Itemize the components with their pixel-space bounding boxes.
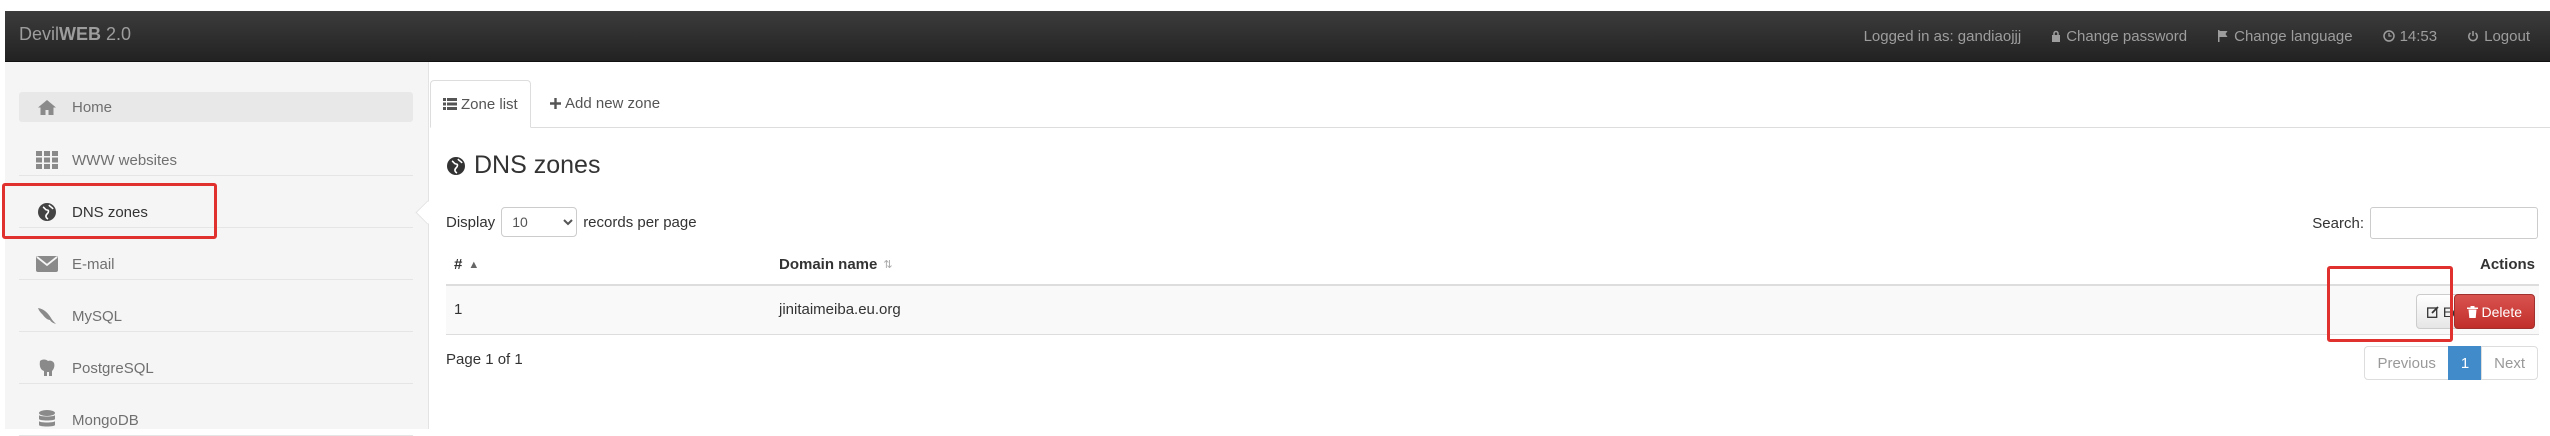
highlight-box-sidebar <box>2 183 217 239</box>
highlight-box-edit <box>2327 266 2453 342</box>
logged-in-text: Logged in as: gandiaojjj <box>1864 28 2022 45</box>
dolphin-icon <box>35 304 59 328</box>
page-title-text: DNS zones <box>474 151 601 179</box>
sidebar-item-mysql[interactable]: MySQL <box>19 301 413 332</box>
globe-icon <box>447 156 465 175</box>
records-per-page-select[interactable]: 10 <box>501 207 578 237</box>
pagination-page-1[interactable]: 1 <box>2447 346 2483 380</box>
sidebar-item-label: MongoDB <box>72 411 139 429</box>
envelope-icon <box>35 252 59 276</box>
pagination: Previous 1 Next <box>2364 346 2538 380</box>
tab-add-new-zone-label: Add new zone <box>565 95 661 112</box>
search-input[interactable] <box>2370 207 2538 239</box>
change-language-link[interactable]: Change language <box>2217 27 2353 45</box>
plus-icon <box>550 98 561 109</box>
column-header-num-label: # <box>454 256 463 273</box>
top-navbar: DevilWEB 2.0 Logged in as: gandiaojjj Ch… <box>5 11 2550 62</box>
brand-bold: WEB <box>59 24 102 44</box>
list-icon <box>443 98 457 110</box>
tab-zone-list[interactable]: Zone list <box>430 80 531 128</box>
delete-button[interactable]: Delete <box>2453 294 2535 329</box>
change-language-label: Change language <box>2234 27 2353 45</box>
column-header-num[interactable]: # ▲ <box>454 256 479 273</box>
brand-version: 2.0 <box>101 24 132 44</box>
display-label: Display <box>446 213 496 231</box>
sidebar-item-label: MySQL <box>72 307 123 325</box>
table-header: # ▲ Domain name ⇅ Actions <box>446 248 2539 286</box>
table-row: 1 jinitaimeiba.eu.org Edit Delete <box>446 286 2539 335</box>
column-header-actions: Actions <box>2480 256 2535 273</box>
sidebar-item-mongodb[interactable]: MongoDB <box>19 405 413 436</box>
power-icon <box>2468 31 2479 42</box>
tab-zone-list-label: Zone list <box>461 95 518 113</box>
clock: 14:53 <box>2382 27 2438 45</box>
top-strip <box>0 0 2550 11</box>
search-label: Search: <box>2312 214 2364 232</box>
records-per-page-label: records per page <box>583 213 697 231</box>
sidebar-item-label: Home <box>72 98 113 116</box>
pagination-previous[interactable]: Previous <box>2364 346 2449 380</box>
clock-time: 14:53 <box>2399 27 2438 45</box>
column-header-domain-label: Domain name <box>779 256 878 273</box>
zones-table: # ▲ Domain name ⇅ Actions 1 jinitaimeiba… <box>446 248 2539 335</box>
sort-both-icon: ⇅ <box>883 259 893 271</box>
logout-label: Logout <box>2484 27 2530 45</box>
change-password-label: Change password <box>2066 27 2188 45</box>
sidebar-item-home[interactable]: Home <box>19 92 413 122</box>
row-num: 1 <box>454 301 463 318</box>
row-domain: jinitaimeiba.eu.org <box>779 301 901 318</box>
sidebar-item-label: WWW websites <box>72 151 177 169</box>
brand-plain: Devil <box>19 24 60 44</box>
sidebar-item-postgresql[interactable]: PostgreSQL <box>19 353 413 384</box>
search-control: Search: <box>2312 207 2538 239</box>
column-header-domain[interactable]: Domain name ⇅ <box>779 256 893 273</box>
sidebar-item-label: PostgreSQL <box>72 359 154 377</box>
grid-icon <box>35 148 59 172</box>
lock-icon <box>2052 30 2061 42</box>
change-password-link[interactable]: Change password <box>2051 28 2187 45</box>
sidebar: Home WWW websites DNS zones E-mail MySQL… <box>5 62 429 436</box>
tab-add-new-zone[interactable]: Add new zone <box>538 80 672 127</box>
sort-asc-icon: ▲ <box>468 258 480 271</box>
flag-icon <box>2218 30 2228 42</box>
pagination-next[interactable]: Next <box>2481 346 2538 380</box>
brand-logo[interactable]: DevilWEB 2.0 <box>19 24 131 45</box>
records-per-page-control: Display 10 records per page <box>446 207 697 237</box>
column-header-actions-label: Actions <box>2479 256 2535 273</box>
database-icon <box>35 408 59 432</box>
clock-icon <box>2382 30 2395 42</box>
tab-bar: Zone list Add new zone <box>430 62 2550 128</box>
trash-icon <box>2466 305 2478 318</box>
elephant-icon <box>35 356 59 380</box>
delete-button-label: Delete <box>2481 303 2522 320</box>
sidebar-item-label: E-mail <box>72 255 115 273</box>
page-info: Page 1 of 1 <box>446 351 523 368</box>
logout-link[interactable]: Logout <box>2467 28 2530 45</box>
page-title: DNS zones <box>446 151 600 180</box>
sidebar-item-email[interactable]: E-mail <box>19 249 413 280</box>
sidebar-item-www-websites[interactable]: WWW websites <box>19 145 413 176</box>
home-icon <box>35 95 59 119</box>
logged-in-label: Logged in as: gandiaojjj <box>1863 27 2022 45</box>
